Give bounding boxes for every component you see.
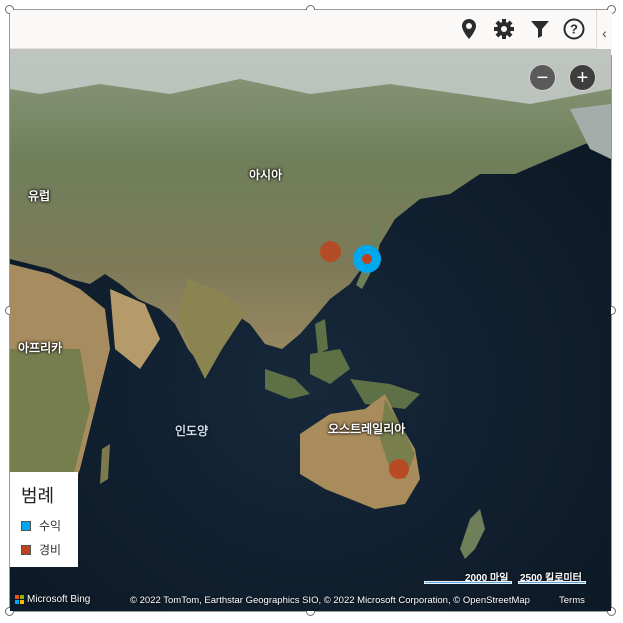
legend-label-expense: 경비 <box>39 543 62 557</box>
scale-km-bar <box>518 581 586 584</box>
label-asia: 아시아 <box>249 168 283 182</box>
label-europe: 유럽 <box>28 189 51 203</box>
filter-icon[interactable] <box>527 16 553 42</box>
legend-item-expense[interactable]: 경비 <box>21 541 61 558</box>
map-toolbar: ? <box>10 10 595 49</box>
label-indian-ocean: 인도양 <box>175 424 209 438</box>
map-copyright: © 2022 TomTom, Earthstar Geographics SIO… <box>130 595 530 606</box>
microsoft-logo-icon <box>15 595 24 604</box>
legend-panel: 범례 수익 경비 <box>10 472 78 567</box>
legend-title: 범례 <box>21 486 55 506</box>
label-australia: 오스트레일리아 <box>328 422 406 436</box>
gear-icon[interactable] <box>491 16 517 42</box>
expense-marker-australia[interactable] <box>389 459 409 479</box>
zoom-out-button[interactable]: − <box>529 64 556 91</box>
help-icon[interactable]: ? <box>561 16 587 42</box>
legend-item-revenue[interactable]: 수익 <box>21 517 61 534</box>
bing-brand-text: Microsoft Bing <box>27 594 91 605</box>
location-pin-icon[interactable] <box>456 16 482 42</box>
label-africa: 아프리카 <box>18 341 63 355</box>
terms-link[interactable]: Terms <box>559 595 585 606</box>
svg-text:?: ? <box>570 22 578 37</box>
legend-swatch-expense <box>21 544 31 555</box>
legend-swatch-revenue <box>21 520 31 531</box>
satellite-basemap <box>10 49 611 611</box>
scale-miles-bar <box>424 581 512 584</box>
expense-marker-japan[interactable] <box>362 254 372 264</box>
expense-marker-china[interactable] <box>320 241 341 262</box>
map-canvas[interactable]: − + 유럽 아시아 아프리카 인도양 오스트레일리아 범례 수익 경비 200… <box>10 49 611 611</box>
zoom-in-button[interactable]: + <box>569 64 596 91</box>
bing-logo: Microsoft Bing <box>15 594 90 605</box>
legend-label-revenue: 수익 <box>39 519 62 533</box>
